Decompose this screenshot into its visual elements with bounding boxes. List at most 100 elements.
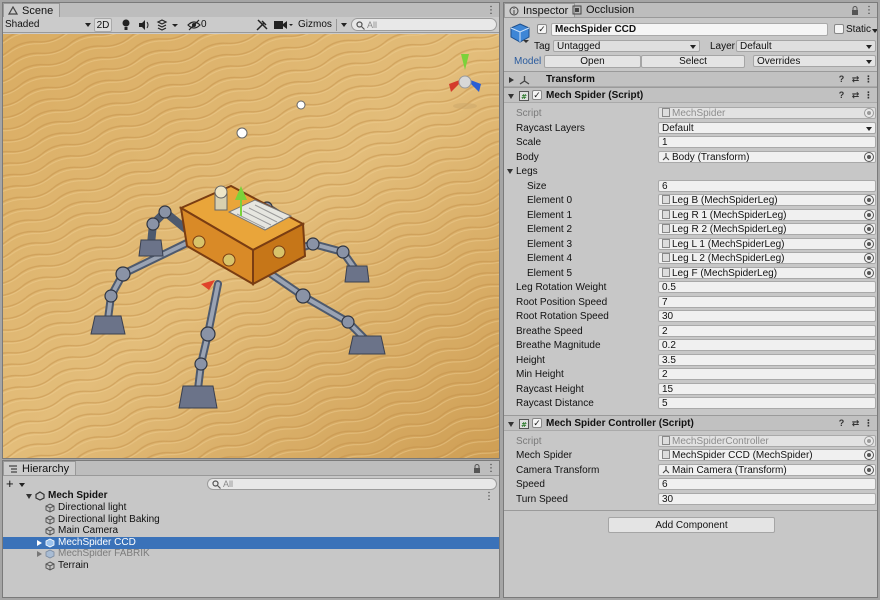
light-icon[interactable] — [119, 18, 133, 32]
element-field[interactable]: Leg R 1 (MechSpiderLeg) — [658, 209, 876, 221]
height-field[interactable]: 3.5 — [658, 354, 876, 366]
component-enabled-checkbox[interactable]: ✓ — [532, 418, 542, 428]
scale-field[interactable]: 1 — [658, 136, 876, 148]
hierarchy-menu-icon[interactable]: ⋮ — [485, 463, 497, 474]
object-picker-icon[interactable] — [864, 450, 874, 460]
camera-icon[interactable] — [273, 18, 295, 32]
2d-toggle-button[interactable]: 2D — [94, 18, 112, 32]
shading-mode-dropdown[interactable]: Shaded — [5, 18, 91, 32]
element-field[interactable]: Leg R 2 (MechSpiderLeg) — [658, 223, 876, 235]
help-icon[interactable]: ? — [836, 90, 847, 101]
preset-icon[interactable]: ⇄ — [850, 418, 861, 429]
preset-icon[interactable]: ⇄ — [850, 90, 861, 101]
hierarchy-item-inactive[interactable]: MechSpider FABRIK — [3, 548, 499, 560]
effects-icon[interactable] — [155, 18, 181, 32]
object-picker-icon[interactable] — [864, 268, 874, 278]
script-icon — [662, 224, 670, 233]
raycast-layers-dropdown[interactable]: Default — [658, 122, 876, 134]
audio-icon[interactable] — [137, 18, 151, 32]
speed-field[interactable]: 6 — [658, 478, 876, 490]
controller-mech-spider-field[interactable]: MechSpider CCD (MechSpider) — [658, 449, 876, 461]
hierarchy-item[interactable]: Directional light Baking — [3, 514, 499, 526]
tag-dropdown[interactable]: Untagged — [553, 40, 700, 52]
root-rotation-speed-field[interactable]: 30 — [658, 310, 876, 322]
overrides-dropdown[interactable]: Overrides — [753, 55, 876, 67]
lock-icon[interactable] — [851, 6, 859, 15]
tab-hierarchy[interactable]: Hierarchy — [3, 461, 77, 475]
info-icon — [509, 6, 519, 16]
hierarchy-scene-root[interactable]: Mech Spider — [3, 490, 499, 502]
breathe-magnitude-field[interactable]: 0.2 — [658, 339, 876, 351]
gameobject-icon — [45, 526, 55, 536]
tools-icon[interactable] — [255, 18, 269, 32]
object-picker-icon[interactable] — [864, 210, 874, 220]
camera-transform-field[interactable]: Main Camera (Transform) — [658, 464, 876, 476]
scene-search-input[interactable]: All — [351, 18, 497, 31]
collapse-icon[interactable] — [509, 77, 514, 83]
object-picker-icon[interactable] — [864, 239, 874, 249]
tab-scene[interactable]: Scene — [3, 3, 61, 17]
object-picker-icon[interactable] — [864, 195, 874, 205]
expand-icon[interactable] — [37, 551, 42, 557]
legs-size-field[interactable]: 6 — [658, 180, 876, 192]
mech-spider-component-header[interactable]: # ✓ Mech Spider (Script) ? ⇄ ⋮ — [504, 87, 877, 103]
open-prefab-button[interactable]: Open — [544, 55, 641, 68]
component-menu-icon[interactable]: ⋮ — [863, 418, 874, 429]
collapse-icon[interactable] — [508, 422, 514, 427]
hierarchy-item[interactable]: Terrain — [3, 560, 499, 572]
root-position-speed-field[interactable]: 7 — [658, 296, 876, 308]
hierarchy-search-input[interactable]: All — [207, 478, 497, 490]
gizmos-dropdown[interactable]: Gizmos — [298, 18, 347, 32]
collapse-icon[interactable] — [508, 94, 514, 99]
layer-dropdown[interactable]: Default — [736, 40, 876, 52]
help-icon[interactable]: ? — [836, 418, 847, 429]
turn-speed-field[interactable]: 30 — [658, 493, 876, 505]
prefab-cube-icon[interactable] — [509, 22, 531, 44]
expand-icon[interactable] — [37, 540, 42, 546]
scene-root-menu-icon[interactable]: ⋮ — [483, 491, 495, 502]
help-icon[interactable]: ? — [836, 74, 847, 85]
component-menu-icon[interactable]: ⋮ — [863, 74, 874, 85]
raycast-distance-field[interactable]: 5 — [658, 397, 876, 409]
active-checkbox[interactable]: ✓ — [537, 24, 547, 34]
element-field[interactable]: Leg L 1 (MechSpiderLeg) — [658, 238, 876, 250]
scene-viewport[interactable] — [3, 34, 499, 458]
breathe-magnitude-label: Breathe Magnitude — [516, 340, 601, 351]
add-icon[interactable]: + — [6, 477, 14, 491]
element-field[interactable]: Leg B (MechSpiderLeg) — [658, 194, 876, 206]
static-checkbox[interactable] — [834, 24, 844, 34]
raycast-height-field[interactable]: 15 — [658, 383, 876, 395]
expand-icon[interactable] — [507, 169, 513, 174]
object-picker-icon[interactable] — [864, 152, 874, 162]
lock-icon[interactable] — [473, 464, 481, 473]
mech-spider-controller-component-header[interactable]: # ✓ Mech Spider Controller (Script) ? ⇄ … — [504, 415, 877, 431]
component-enabled-checkbox[interactable]: ✓ — [532, 90, 542, 100]
static-dropdown-icon[interactable] — [872, 29, 877, 33]
raycast-layers-label: Raycast Layers — [516, 123, 585, 134]
element-field[interactable]: Leg L 2 (MechSpiderLeg) — [658, 252, 876, 264]
component-menu-icon[interactable]: ⋮ — [863, 90, 874, 101]
add-dropdown-icon[interactable] — [19, 483, 25, 487]
body-field[interactable]: Body (Transform) — [658, 151, 876, 163]
object-picker-icon[interactable] — [864, 253, 874, 263]
preset-icon[interactable]: ⇄ — [850, 74, 861, 85]
add-component-button[interactable]: Add Component — [608, 517, 775, 533]
object-picker-icon[interactable] — [864, 224, 874, 234]
scene-tab-bar: Scene ⋮ — [3, 3, 499, 18]
object-name-field[interactable]: MechSpider CCD — [551, 23, 828, 36]
min-height-field[interactable]: 2 — [658, 368, 876, 380]
tab-inspector[interactable]: Inspector — [504, 3, 576, 17]
scene-menu-icon[interactable]: ⋮ — [485, 5, 497, 16]
object-picker-icon[interactable] — [864, 465, 874, 475]
element-field[interactable]: Leg F (MechSpiderLeg) — [658, 267, 876, 279]
hierarchy-item[interactable]: Main Camera — [3, 525, 499, 537]
leg-rotation-weight-field[interactable]: 0.5 — [658, 281, 876, 293]
inspector-menu-icon[interactable]: ⋮ — [863, 5, 875, 16]
hierarchy-item[interactable]: Directional light — [3, 502, 499, 514]
select-prefab-button[interactable]: Select — [641, 55, 745, 68]
hierarchy-item-selected[interactable]: MechSpider CCD — [3, 537, 499, 549]
expand-icon[interactable] — [26, 494, 32, 499]
tab-occlusion[interactable]: Occlusion — [568, 3, 640, 17]
transform-component-header[interactable]: Transform ? ⇄ ⋮ — [504, 71, 877, 87]
breathe-speed-field[interactable]: 2 — [658, 325, 876, 337]
